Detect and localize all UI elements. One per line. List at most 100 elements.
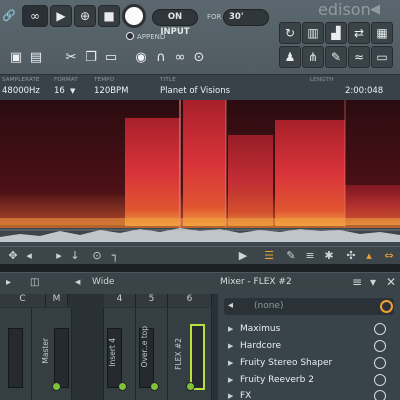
target-icon[interactable]: ⊕	[74, 5, 96, 27]
mixer-strip-insert4[interactable]: Insert 4	[104, 308, 136, 400]
link-icon[interactable]: 🔗	[2, 9, 16, 23]
loop-button[interactable]: ∞	[22, 5, 48, 27]
channel-name: Insert 4	[108, 338, 117, 367]
mixer-strip-gap	[72, 308, 104, 400]
channel-header: 6	[168, 294, 212, 307]
channel-led[interactable]	[150, 382, 159, 391]
play-small-icon[interactable]: ▶	[236, 249, 250, 263]
pencil-icon[interactable]: ✎	[284, 249, 298, 263]
samplerate-label: SAMPLERATE	[2, 77, 40, 83]
grid-tool-icon[interactable]: ▦	[371, 22, 393, 44]
minimize-icon[interactable]: ▾	[370, 275, 376, 289]
swap-tool-icon[interactable]: ⇄	[348, 22, 370, 44]
lines-icon[interactable]: ≡	[303, 249, 317, 263]
mixer-menu-icon[interactable]: ≡	[352, 275, 362, 289]
title-label: TITLE	[160, 77, 176, 83]
mix-knob[interactable]	[374, 340, 386, 352]
brush-tool-icon[interactable]: ✎	[325, 46, 347, 68]
play-button[interactable]: ▶	[50, 5, 72, 27]
pin-icon[interactable]: ↓	[68, 249, 82, 263]
levels-tool-icon[interactable]: ▟	[325, 22, 347, 44]
spectrogram-graphic	[0, 100, 400, 247]
mix-knob[interactable]	[374, 323, 386, 335]
stop-button[interactable]: ■	[98, 5, 120, 27]
mixer-strip-current[interactable]	[0, 308, 32, 400]
list-icon[interactable]: ☰	[262, 249, 276, 263]
channel-led[interactable]	[186, 382, 195, 391]
effects-panel: ◂ (none) ▶ Maximus ▶ Hardcore ▶ Fruity S…	[218, 294, 400, 400]
paste-icon[interactable]: ▭	[103, 50, 119, 66]
expand-arrow-icon[interactable]: ▶	[228, 372, 233, 388]
effect-slot[interactable]: ▶ Fruity Reeverb 2	[222, 372, 392, 388]
equalizer-tool-icon[interactable]: ▥	[302, 22, 324, 44]
eye-icon[interactable]: ◉	[133, 50, 149, 66]
split-tool-icon[interactable]: ⋔	[302, 46, 324, 68]
close-icon[interactable]: ✕	[386, 275, 396, 289]
wide-dropdown-icon[interactable]: ◀	[75, 278, 80, 286]
random-icon[interactable]: ✣	[344, 249, 358, 263]
mixer-strip-master[interactable]: Master	[32, 308, 72, 400]
magnet-icon[interactable]: ∩	[153, 50, 169, 66]
effect-slot[interactable]: ▶ Maximus	[222, 321, 392, 337]
mixer-strip-5[interactable]: Over..e top	[136, 308, 168, 400]
format-value[interactable]: 16	[54, 86, 65, 96]
mix-knob[interactable]	[374, 357, 386, 369]
document-icon[interactable]: ▤	[28, 50, 44, 66]
resize-icon[interactable]: ⇔	[382, 249, 396, 263]
snowflake-icon[interactable]: ✱	[322, 249, 336, 263]
format-label: FORMAT	[54, 77, 78, 83]
spectrogram[interactable]	[0, 100, 400, 247]
expand-arrow-icon[interactable]: ▶	[228, 355, 233, 371]
format-dropdown-icon[interactable]: ▼	[70, 87, 75, 95]
wave-tool-icon[interactable]: ≈	[348, 46, 370, 68]
length-label: LENGTH	[310, 77, 334, 83]
fader-slot-selected[interactable]	[190, 324, 205, 390]
expand-arrow-icon[interactable]: ▶	[228, 338, 233, 354]
fader-slot[interactable]	[54, 328, 69, 388]
effect-slot[interactable]: ▶ Fruity Stereo Shaper	[222, 355, 392, 371]
scroll-right-icon[interactable]: ▸	[52, 249, 66, 263]
effect-slot[interactable]: ▶ Hardcore	[222, 338, 392, 354]
on-input-mode[interactable]: ON INPUT	[152, 9, 198, 37]
mix-knob[interactable]	[374, 374, 386, 386]
cut-icon[interactable]: ✂	[63, 50, 79, 66]
slot-arrow-icon: ◂	[228, 300, 234, 311]
fill-icon[interactable]: ▴	[362, 249, 376, 263]
fader-slot[interactable]	[8, 328, 23, 388]
slot-dial-icon[interactable]	[380, 300, 393, 313]
mixer-strip-flex[interactable]: FLEX #2	[168, 308, 212, 400]
samplerate-value[interactable]: 48000Hz	[2, 86, 40, 96]
save-icon[interactable]: ▣	[8, 50, 24, 66]
mixer-title: Mixer - FLEX #2	[220, 277, 292, 287]
tempo-value[interactable]: 120BPM	[94, 86, 129, 96]
zoom-icon[interactable]: ⊙	[191, 50, 207, 66]
copy-icon[interactable]: ❐	[83, 50, 99, 66]
title-value[interactable]: Planet of Visions	[160, 86, 230, 96]
channel-header: M	[46, 294, 68, 307]
expand-arrow-icon[interactable]: ▶	[228, 321, 233, 337]
wide-label[interactable]: Wide	[92, 277, 114, 287]
move-icon[interactable]: ✥	[6, 249, 20, 263]
scroll-left-icon[interactable]: ◂	[22, 249, 36, 263]
slot-selector[interactable]: ◂ (none)	[224, 298, 394, 315]
mixer-arrow-icon[interactable]: ▸	[6, 277, 11, 288]
mixer-view-icon[interactable]: ◫	[30, 277, 39, 288]
tempo-label: TEMPO	[94, 77, 115, 83]
monitor-tool-icon[interactable]: ▭	[371, 46, 393, 68]
channel-led[interactable]	[52, 382, 61, 391]
mix-knob[interactable]	[374, 390, 386, 400]
record-button[interactable]	[122, 4, 146, 28]
append-label: APPEND	[137, 33, 166, 41]
refresh-tool-icon[interactable]: ↻	[279, 22, 301, 44]
marker-icon[interactable]: ┐	[108, 249, 122, 263]
mixer-header: ▸ ◫ ◀ Wide Mixer - FLEX #2 ≡ ▾ ✕	[0, 272, 400, 294]
append-radio[interactable]	[126, 32, 134, 40]
effect-slot[interactable]: ▶ FX	[222, 388, 392, 400]
target-small-icon[interactable]: ⊙	[90, 249, 104, 263]
channel-led[interactable]	[118, 382, 127, 391]
figure-tool-icon[interactable]: ♟	[279, 46, 301, 68]
duration-field[interactable]: 30'	[223, 9, 269, 26]
duration-value: 30'	[229, 12, 244, 22]
loop-icon[interactable]: ∞	[172, 50, 188, 66]
expand-arrow-icon[interactable]: ▶	[228, 388, 233, 400]
